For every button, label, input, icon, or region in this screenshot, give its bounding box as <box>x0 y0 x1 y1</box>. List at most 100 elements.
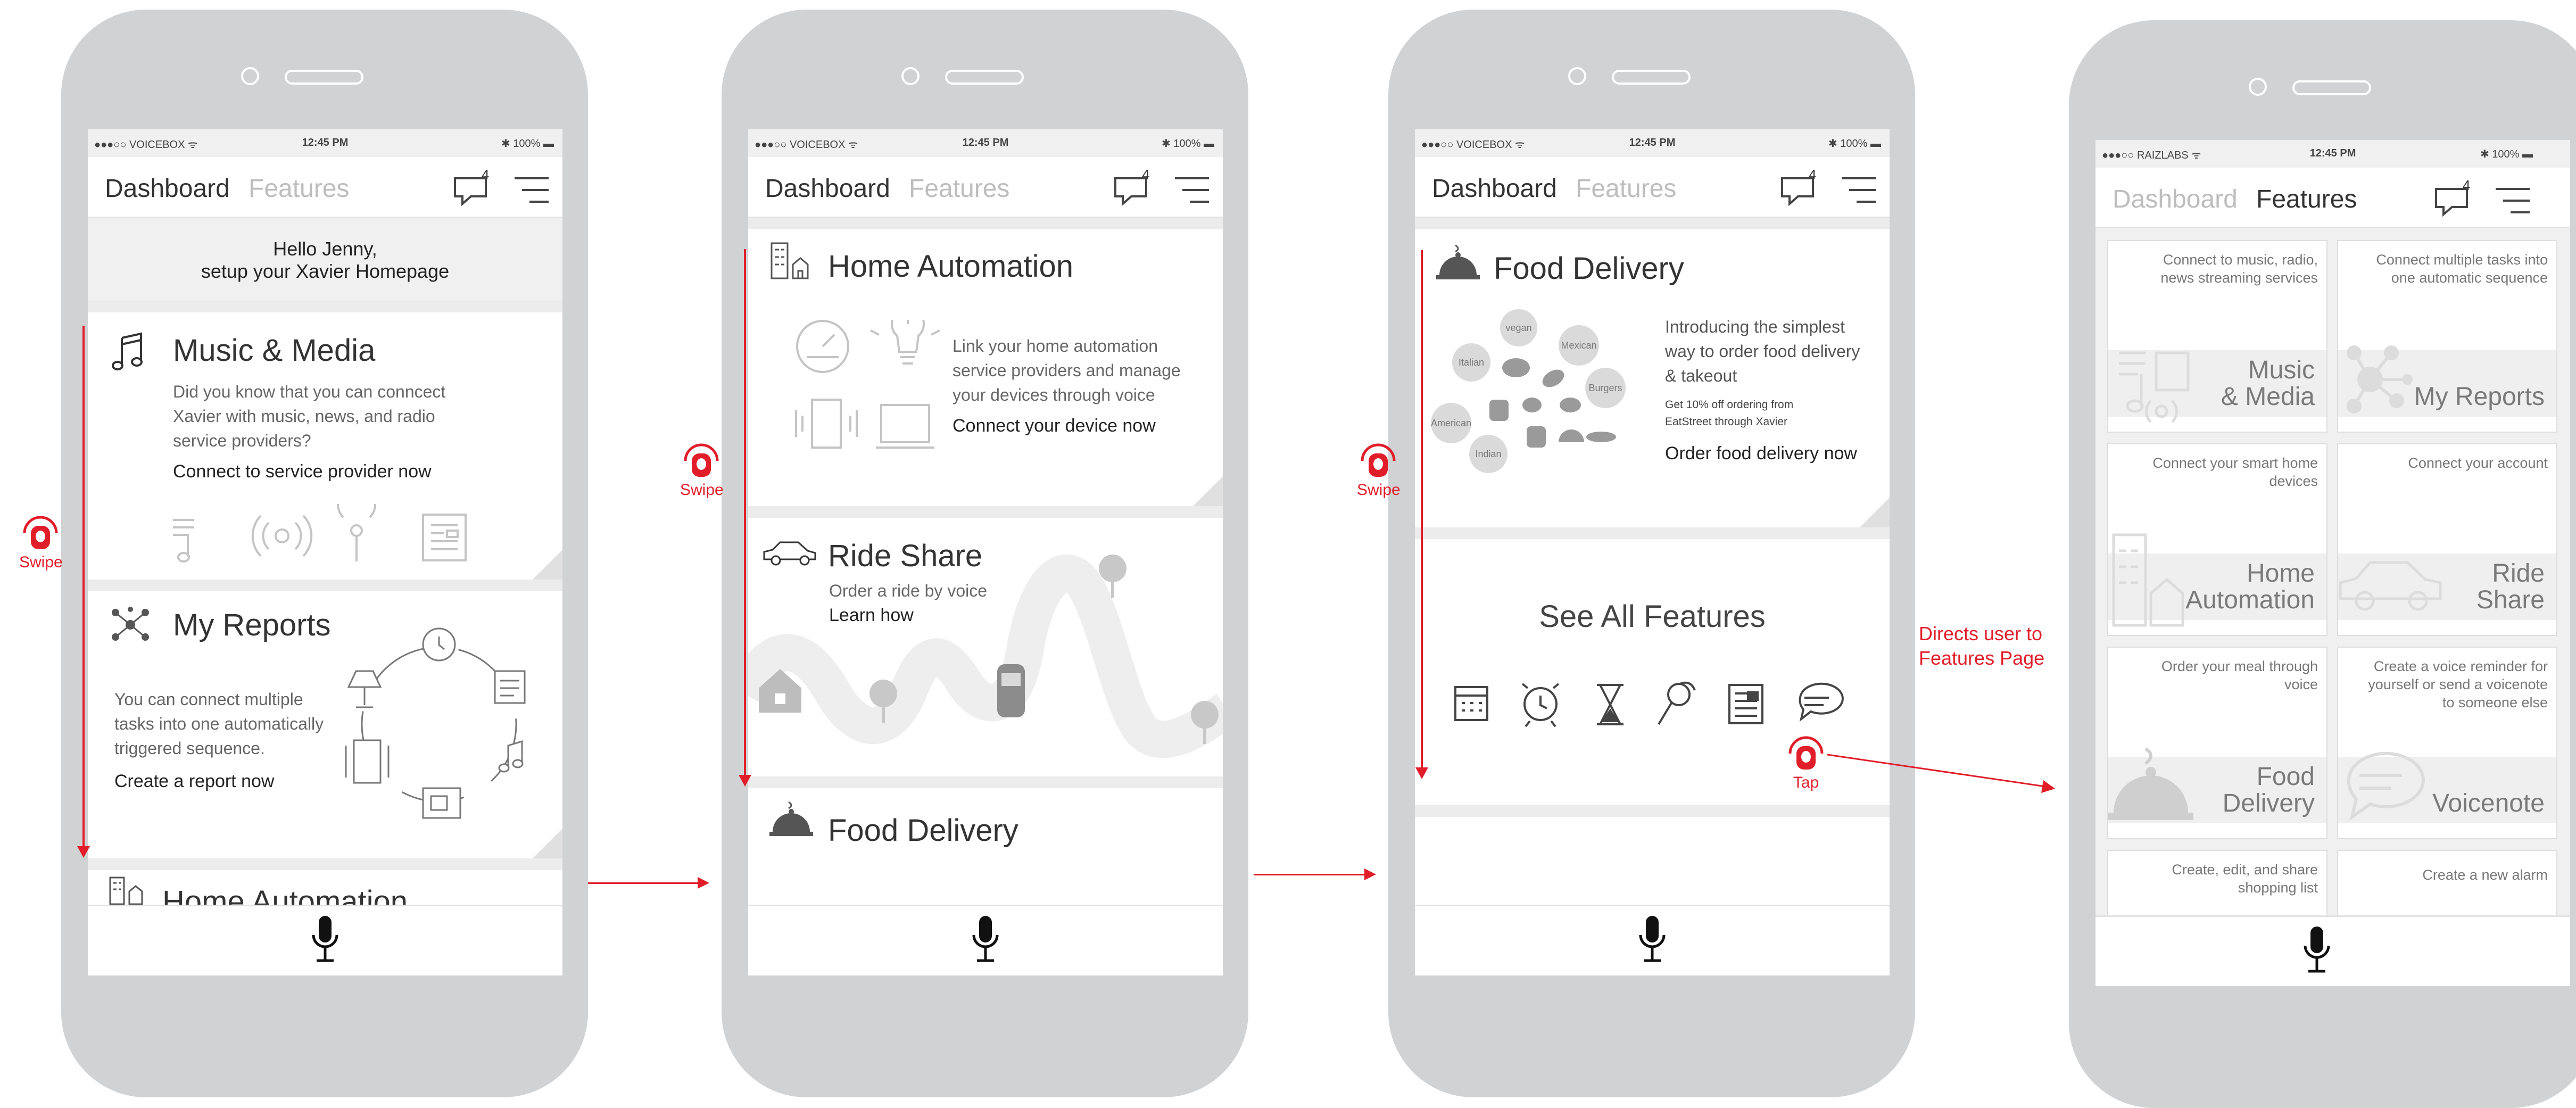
my-reports-card[interactable]: My Reports You can connect multiple task… <box>88 591 562 858</box>
tab-dashboard[interactable]: Dashboard <box>2113 185 2238 214</box>
microphone-icon[interactable] <box>970 914 1001 967</box>
swipe-gesture-3: Swipe <box>1357 437 1401 499</box>
divider <box>1415 218 1890 229</box>
front-camera <box>2249 78 2267 96</box>
voice-bar <box>1415 905 1890 975</box>
feature-tile-music-media[interactable]: Connect to music, radio, news streaming … <box>2107 240 2327 433</box>
feature-tile-home-automation[interactable]: Connect your smart home devices Home Aut… <box>2107 443 2327 636</box>
feature-description: Connect to music, radio, news streaming … <box>2160 252 2318 286</box>
music-media-card[interactable]: Music & Media Did you know that you can … <box>88 312 562 580</box>
swipe-label: Swipe <box>680 481 724 499</box>
messages-icon[interactable] <box>2432 181 2480 219</box>
finger-touch-icon <box>23 516 58 549</box>
greeting-banner: Hello Jenny, setup your Xavier Homepage <box>88 218 562 301</box>
finger-touch-icon <box>684 443 719 477</box>
card-body: Did you know that you can conncect Xavie… <box>173 379 445 453</box>
battery-indicator: ✱ 100% ▬ <box>2480 148 2533 160</box>
battery-indicator: ✱ 100% ▬ <box>1161 138 1214 150</box>
food-delivery-card[interactable]: Food Delivery vegan Mexican Italian Burg… <box>1415 229 1890 527</box>
promo-text: Get 10% off ordering from EatStreet thro… <box>1665 396 1793 431</box>
microphone-icon[interactable] <box>309 914 341 967</box>
phone-frame-1: ●●●○○ VOICEBOX ᯤ 12:45 PM ✱ 100% ▬ Dashb… <box>61 10 588 1097</box>
swipe-label: Swipe <box>19 553 63 571</box>
network-icon <box>112 607 149 641</box>
feature-tile-my-reports[interactable]: Connect multiple tasks into one automati… <box>2337 240 2557 433</box>
swipe-path-3 <box>1415 250 1428 779</box>
connect-service-link[interactable]: Connect to service provider now <box>173 461 432 482</box>
card-body: You can connect multiple tasks into one … <box>114 687 324 760</box>
top-nav: Dashboard Features 4 <box>2095 168 2570 229</box>
building-icon <box>771 242 809 279</box>
status-bar: ●●●○○ VOICEBOX ᯤ 12:45 PM ✱ 100% ▬ <box>748 129 1223 157</box>
tab-features[interactable]: Features <box>2256 185 2357 214</box>
feature-tile-voicenote[interactable]: Create a voice reminder for yourself or … <box>2337 647 2557 839</box>
front-camera <box>901 67 920 85</box>
body-line: Xavier with music, news, and radio <box>173 407 435 426</box>
directs-user-note: Directs user to Features Page <box>1919 622 2044 671</box>
menu-icon[interactable] <box>2492 186 2533 218</box>
learn-how-link[interactable]: Learn how <box>829 605 914 626</box>
ride-share-card[interactable]: Ride Share Order a ride by voice Learn h… <box>748 518 1223 776</box>
top-nav: Dashboard Features 4 <box>748 157 1223 218</box>
feature-name: Food Delivery <box>2222 763 2315 817</box>
messages-badge: 4 <box>1142 167 1150 183</box>
status-bar: ●●●○○ VOICEBOX ᯤ 12:45 PM ✱ 100% ▬ <box>1415 129 1890 157</box>
tab-features[interactable]: Features <box>1576 174 1676 203</box>
promo-line: Get 10% off ordering from <box>1665 399 1794 411</box>
features-grid: Connect to music, radio, news streaming … <box>2095 228 2570 986</box>
swipe-gesture-2: Swipe <box>680 437 724 499</box>
connect-device-link[interactable]: Connect your device now <box>952 416 1156 436</box>
flow-arrow-2 <box>1254 869 1376 880</box>
food-delivery-card-peek[interactable]: Food Delivery <box>748 788 1223 911</box>
smart-home-icons <box>795 320 940 449</box>
card-body: Order a ride by voice <box>829 581 988 600</box>
battery-indicator: ✱ 100% ▬ <box>1828 138 1881 150</box>
microphone-icon[interactable] <box>2301 924 2333 978</box>
feature-icons-row <box>1454 681 1844 727</box>
tab-dashboard[interactable]: Dashboard <box>105 174 230 203</box>
front-camera <box>1568 67 1586 85</box>
menu-icon[interactable] <box>1838 175 1879 207</box>
note-line: Directs user to <box>1919 623 2043 644</box>
top-nav: Dashboard Features 4 <box>88 157 562 218</box>
messages-icon[interactable] <box>451 171 499 208</box>
menu-icon[interactable] <box>1172 175 1212 207</box>
card-title: Food Delivery <box>828 813 1018 848</box>
body-line: triggered sequence. <box>114 739 265 758</box>
body-line: Link your home automation <box>952 336 1158 355</box>
music-note-icon <box>2119 351 2190 423</box>
phone-frame-3: ●●●○○ VOICEBOX ᯤ 12:45 PM ✱ 100% ▬ Dashb… <box>1388 10 1915 1097</box>
home-automation-card[interactable]: Home Automation Link your home automatio… <box>748 229 1223 506</box>
microphone-icon[interactable] <box>1636 914 1668 967</box>
feature-tile-food-delivery[interactable]: Order your meal through voice Food Deliv… <box>2107 647 2327 839</box>
feature-tile-ride-share[interactable]: Connect your account Ride Share <box>2337 443 2557 636</box>
feature-name: Music & Media <box>2221 356 2315 411</box>
swipe-path-1 <box>77 326 90 858</box>
feature-description: Create, edit, and share shopping list <box>2172 862 2318 896</box>
menu-icon[interactable] <box>511 175 552 207</box>
messages-icon[interactable] <box>1111 171 1159 208</box>
tab-features[interactable]: Features <box>909 174 1009 203</box>
card-title: My Reports <box>173 608 331 642</box>
messages-icon[interactable] <box>1778 171 1826 208</box>
feature-description: Create a voice reminder for yourself or … <box>2368 658 2548 710</box>
status-bar: ●●●○○ VOICEBOX ᯤ 12:45 PM ✱ 100% ▬ <box>88 129 562 157</box>
tab-dashboard[interactable]: Dashboard <box>765 174 890 203</box>
divider <box>88 580 562 591</box>
battery-indicator: ✱ 100% ▬ <box>501 138 554 150</box>
swipe-path-2 <box>739 249 751 787</box>
create-report-link[interactable]: Create a report now <box>114 771 275 792</box>
order-food-link[interactable]: Order food delivery now <box>1665 443 1857 464</box>
body-line: You can connect multiple <box>114 690 303 709</box>
tab-dashboard[interactable]: Dashboard <box>1432 174 1557 203</box>
tab-features[interactable]: Features <box>249 174 349 203</box>
clock: 12:45 PM <box>1629 137 1676 148</box>
see-all-features-title[interactable]: See All Features <box>1415 599 1890 634</box>
body-line: your devices through voice <box>952 385 1155 404</box>
feature-name: Home Automation <box>2185 559 2315 614</box>
finger-touch-icon <box>1788 736 1824 770</box>
feature-description: Order your meal through voice <box>2161 658 2318 692</box>
speech-bubble-icon <box>2347 751 2425 821</box>
body-line: tasks into one automatically <box>114 714 324 733</box>
body-line: service providers? <box>173 431 311 450</box>
